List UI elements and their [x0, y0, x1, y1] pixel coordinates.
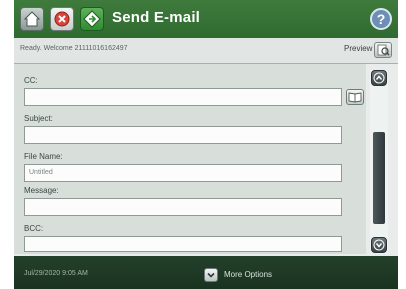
status-text: Ready. Welcome 21111016162497 [20, 45, 128, 52]
home-button[interactable] [20, 7, 44, 31]
preview-icon [375, 43, 391, 57]
subject-field[interactable] [24, 126, 342, 144]
timestamp: Jul/29/2020 9:05 AM [24, 270, 88, 277]
cc-label: CC: [24, 76, 38, 85]
cc-field[interactable] [24, 88, 342, 106]
subject-label: Subject: [24, 114, 53, 123]
send-button[interactable] [80, 7, 104, 31]
help-icon: ? [376, 11, 386, 27]
file-name-field[interactable]: Untitled [24, 164, 342, 182]
bottom-bar: Jul/29/2020 9:05 AM More Options [14, 256, 398, 289]
chevron-down-icon [205, 269, 217, 281]
preview-label[interactable]: Preview [344, 44, 372, 53]
scroll-up-button[interactable] [371, 70, 387, 86]
scroll-down-button[interactable] [371, 237, 387, 253]
more-options-button[interactable] [204, 268, 218, 282]
chevron-down-icon [372, 238, 386, 252]
email-form: CC: Subject: File Name: Untitled Message… [14, 64, 366, 254]
chevron-up-icon [372, 71, 386, 85]
help-button[interactable]: ? [370, 8, 392, 30]
message-field[interactable] [24, 198, 342, 216]
top-bar: Send E-mail ? [14, 0, 398, 38]
bcc-label: BCC: [24, 224, 44, 233]
stop-icon [51, 8, 73, 30]
file-name-label: File Name: [24, 152, 63, 161]
stop-button[interactable] [50, 7, 74, 31]
more-options-label[interactable]: More Options [224, 270, 272, 279]
page-title: Send E-mail [112, 9, 201, 26]
address-book-icon [347, 90, 363, 104]
home-icon [21, 8, 43, 30]
message-label: Message: [24, 186, 59, 195]
scrollbar-thumb[interactable] [373, 132, 385, 224]
address-book-button[interactable] [346, 89, 364, 105]
device-screen: Send E-mail ? Ready. Welcome 21111016162… [14, 0, 398, 289]
preview-button[interactable] [374, 42, 392, 58]
status-bar: Ready. Welcome 21111016162497 Preview [14, 38, 398, 64]
send-icon [81, 8, 103, 30]
bcc-field[interactable] [24, 236, 342, 252]
